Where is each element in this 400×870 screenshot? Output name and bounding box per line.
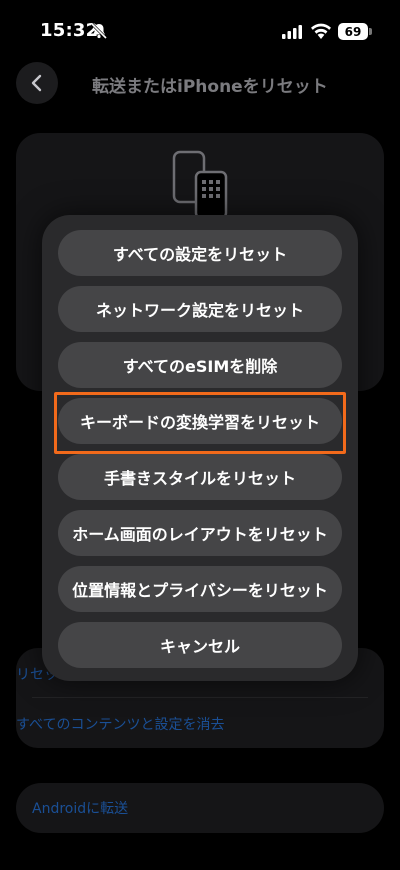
wifi-icon: [311, 23, 331, 39]
battery-tip: [369, 28, 372, 35]
reset-network-settings-button[interactable]: ネットワーク設定をリセット: [58, 286, 342, 332]
bell-slash-icon: [90, 22, 108, 40]
battery-level: 69: [344, 24, 362, 39]
reset-handwriting-button[interactable]: 手書きスタイルをリセット: [58, 454, 342, 500]
reset-all-settings-button[interactable]: すべての設定をリセット: [58, 230, 342, 276]
back-button[interactable]: [16, 62, 58, 104]
signal-icon: [282, 25, 302, 39]
highlight-box: [54, 392, 346, 454]
reset-home-layout-button[interactable]: ホーム画面のレイアウトをリセット: [58, 510, 342, 556]
delete-all-esim-button[interactable]: すべてのeSIMを削除: [58, 342, 342, 388]
reset-location-privacy-button[interactable]: 位置情報とプライバシーをリセット: [58, 566, 342, 612]
battery-icon: 69: [338, 23, 368, 40]
cancel-button[interactable]: キャンセル: [58, 622, 342, 668]
status-bar: 15:32 69: [0, 0, 400, 56]
chevron-left-icon: [31, 74, 42, 92]
erase-all-link[interactable]: すべてのコンテンツと設定を消去: [16, 714, 224, 734]
devices-icon: [172, 150, 228, 220]
page-title: 転送またはiPhoneをリセット: [92, 77, 328, 97]
divider: [32, 697, 368, 698]
android-transfer-label: Androidに転送: [32, 801, 129, 817]
